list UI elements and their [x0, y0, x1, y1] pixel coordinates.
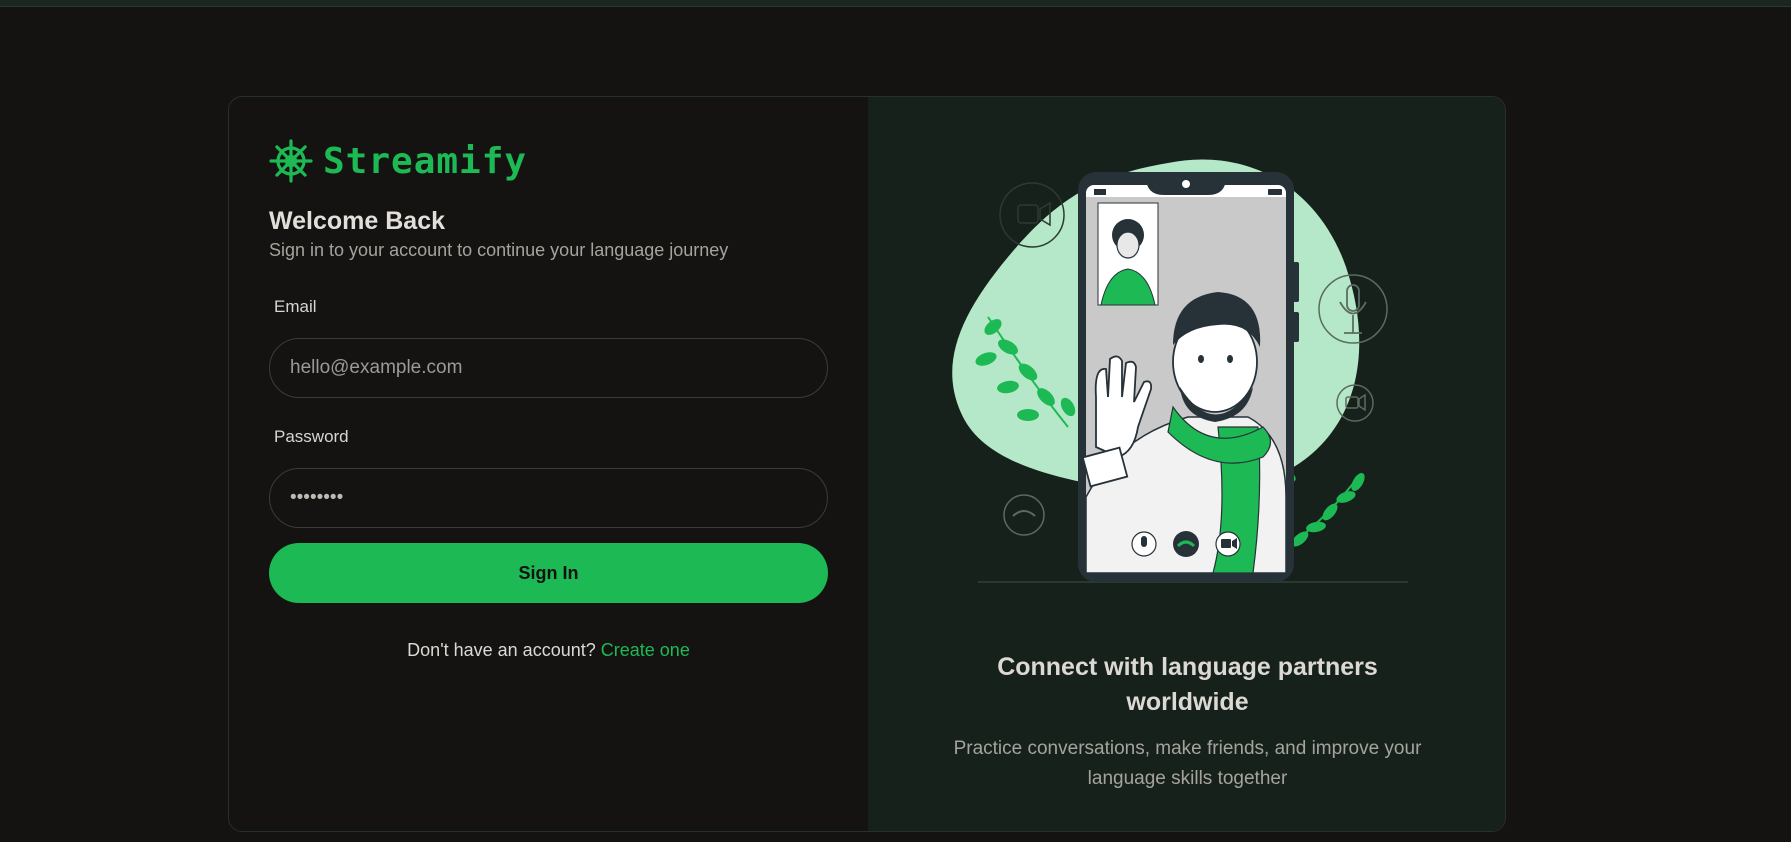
no-account-text: Don't have an account?	[407, 640, 596, 660]
app-name: Streamify	[323, 140, 528, 182]
brand: Streamify	[269, 139, 527, 183]
sign-in-button[interactable]: Sign In	[269, 543, 828, 603]
page-subtitle: Sign in to your account to continue your…	[269, 240, 729, 260]
login-panel: Streamify Welcome Back Sign in to your a…	[229, 97, 868, 831]
email-field[interactable]	[269, 338, 828, 398]
promo-panel: Connect with language partners worldwide…	[868, 97, 1505, 831]
signup-prompt: Don't have an account? Create one	[229, 640, 868, 661]
login-card: Streamify Welcome Back Sign in to your a…	[228, 96, 1506, 832]
create-account-link[interactable]: Create one	[601, 640, 690, 660]
password-label: Password	[274, 427, 349, 446]
video-call-illustration	[952, 159, 1408, 583]
page-title: Welcome Back	[269, 207, 446, 235]
promo-description: Practice conversations, make friends, an…	[953, 738, 1422, 789]
ship-wheel-icon	[269, 139, 313, 183]
promo-heading: Connect with language partners worldwide	[997, 653, 1378, 716]
password-field[interactable]	[269, 468, 828, 528]
window-top-strip	[0, 0, 1791, 7]
email-label: Email	[274, 297, 317, 316]
